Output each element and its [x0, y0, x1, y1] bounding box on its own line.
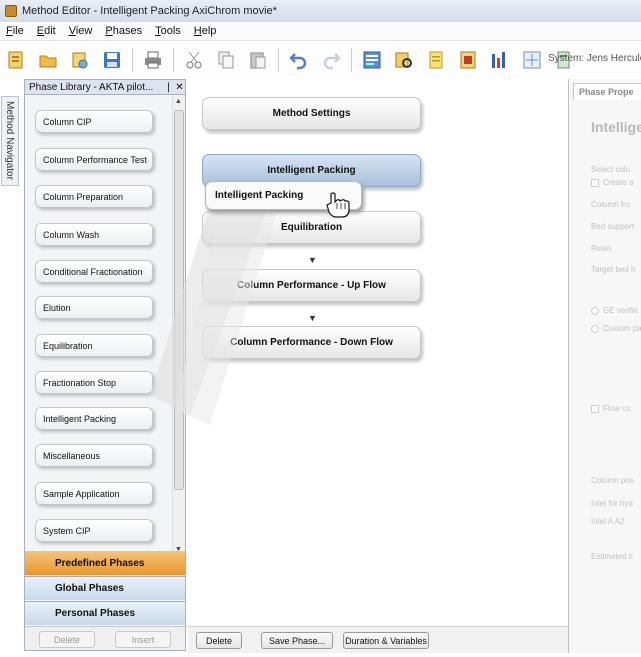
scroll-up-icon[interactable]: ▲ — [175, 98, 182, 105]
inlet-for-hydraulic-label: Inlet for hyd — [591, 499, 633, 508]
phase-block-column-performance-down-flow[interactable]: Column Performance - Down Flow — [202, 326, 421, 359]
menu-view[interactable]: View — [69, 25, 93, 37]
window-title: Method Editor - Intelligent Packing AxiC… — [22, 5, 277, 17]
save-phase-button[interactable]: Save Phase... — [261, 632, 333, 649]
flow-control-checkbox[interactable] — [591, 405, 599, 413]
flow-scheme-icon[interactable] — [520, 48, 544, 72]
phase-properties-panel: Phase Prope Intellige Select colu Create… — [568, 79, 641, 653]
inlet-a-label: Inlet A A2 — [591, 517, 625, 526]
custom-packing-label: Custom pa — [603, 324, 641, 333]
menu-phases[interactable]: Phases — [105, 25, 142, 37]
library-item-fractionation-stop[interactable]: Fractionation Stop — [35, 371, 153, 394]
menu-edit[interactable]: Edit — [37, 25, 56, 37]
menu-help[interactable]: Help — [194, 25, 217, 37]
save-icon[interactable] — [100, 48, 124, 72]
method-canvas: Method Settings Intelligent Packing Equi… — [188, 79, 568, 625]
hand-cursor-icon — [326, 192, 350, 218]
down-arrow-icon: ▼ — [308, 255, 317, 265]
down-arrow-icon: ▼ — [308, 313, 317, 323]
toolbar — [0, 42, 641, 78]
phase-block-column-performance-up-flow[interactable]: Column Performance - Up Flow — [202, 269, 421, 302]
phase-library-scrollbar[interactable]: ▲ ▼ — [172, 96, 185, 558]
category-predefined-phases[interactable]: Predefined Phases — [25, 551, 185, 575]
cut-icon[interactable] — [182, 48, 206, 72]
flow-control-label: Flow co — [603, 404, 631, 413]
category-personal-phases[interactable]: Personal Phases — [25, 601, 185, 625]
phase-library-title: Phase Library - AKTA pilot... — [29, 81, 154, 93]
ge-verified-label: GE verifie — [603, 306, 639, 315]
target-bed-height-label: Target bed h — [591, 265, 636, 274]
paste-icon[interactable] — [246, 48, 270, 72]
phase-properties-title: Intellige — [591, 119, 641, 135]
print-icon[interactable] — [141, 48, 165, 72]
custom-packing-radio[interactable] — [591, 325, 599, 333]
phase-library-panel: Phase Library - AKTA pilot... ❘ ✕ Column… — [24, 79, 186, 651]
resin-label: Resin — [591, 244, 612, 253]
phase-library-list: Column CIP Column Performance Test Colum… — [25, 96, 175, 559]
title-bar: Method Editor - Intelligent Packing AxiC… — [0, 0, 641, 22]
new-method-icon[interactable] — [4, 48, 28, 72]
menu-bar: File Edit View Phases Tools Help — [0, 22, 641, 41]
menu-file[interactable]: File — [6, 25, 24, 37]
library-item-column-performance-test[interactable]: Column Performance Test — [35, 148, 153, 171]
app-icon — [5, 5, 17, 17]
toolbar-separator — [351, 48, 352, 72]
run-setup-icon[interactable] — [392, 48, 416, 72]
system-label: System: Jens Hercule — [548, 53, 641, 64]
method-button-bar: Delete Save Phase... Duration & Variable… — [188, 626, 568, 653]
library-item-miscellaneous[interactable]: Miscellaneous — [35, 444, 153, 467]
copy-icon[interactable] — [214, 48, 238, 72]
estimated-time-label: Estimated ti — [591, 552, 633, 561]
column-from-label: Column fro — [591, 200, 631, 209]
library-button-bar: Delete Insert — [25, 626, 185, 650]
evaluation-icon[interactable] — [456, 48, 480, 72]
scrollbar-thumb[interactable] — [174, 110, 184, 490]
phase-library-header: Phase Library - AKTA pilot... ❘ ✕ — [25, 80, 185, 95]
method-navigator-tab[interactable]: Method Navigator — [1, 96, 19, 186]
method-navigator-label: Method Navigator — [4, 101, 15, 180]
undo-icon[interactable] — [287, 48, 311, 72]
library-item-elution[interactable]: Elution — [35, 296, 153, 319]
open-folder-icon[interactable] — [36, 48, 60, 72]
ge-verified-radio[interactable] — [591, 307, 599, 315]
method-settings-block[interactable]: Method Settings — [202, 97, 421, 130]
delete-phase-button[interactable]: Delete — [196, 632, 242, 649]
library-item-conditional-fractionation[interactable]: Conditional Fractionation — [35, 260, 153, 283]
library-item-intelligent-packing[interactable]: Intelligent Packing — [35, 407, 153, 430]
select-column-label: Select colu — [591, 165, 631, 174]
create-label: Create a — [603, 178, 634, 187]
library-item-column-preparation[interactable]: Column Preparation — [35, 185, 153, 208]
library-item-sample-application[interactable]: Sample Application — [35, 482, 153, 505]
gradient-icon[interactable] — [488, 48, 512, 72]
close-icon[interactable]: ✕ — [174, 82, 185, 93]
library-item-column-cip[interactable]: Column CIP — [35, 110, 153, 133]
create-checkbox[interactable] — [591, 179, 599, 187]
phase-block-equilibration[interactable]: Equilibration — [202, 211, 421, 244]
toolbar-separator — [173, 48, 174, 72]
column-position-label: Column pos — [591, 476, 634, 485]
library-item-system-cip[interactable]: System CIP — [35, 519, 153, 542]
method-properties-icon[interactable] — [68, 48, 92, 72]
library-delete-button[interactable]: Delete — [39, 631, 95, 648]
category-global-phases[interactable]: Global Phases — [25, 576, 185, 600]
library-insert-button[interactable]: Insert — [115, 631, 171, 648]
library-item-equilibration[interactable]: Equilibration — [35, 334, 153, 357]
phase-properties-tab[interactable]: Phase Prope — [573, 83, 641, 100]
bed-support-label: Bed support — [591, 222, 635, 231]
toolbar-separator — [278, 48, 279, 72]
notes-icon[interactable] — [424, 48, 448, 72]
library-item-column-wash[interactable]: Column Wash — [35, 223, 153, 246]
pin-icon[interactable]: ❘ — [163, 82, 174, 93]
duration-variables-button[interactable]: Duration & Variables — [343, 632, 429, 649]
menu-tools[interactable]: Tools — [155, 25, 181, 37]
toolbar-separator — [132, 48, 133, 72]
redo-icon[interactable] — [319, 48, 343, 72]
text-instructions-icon[interactable] — [360, 48, 384, 72]
